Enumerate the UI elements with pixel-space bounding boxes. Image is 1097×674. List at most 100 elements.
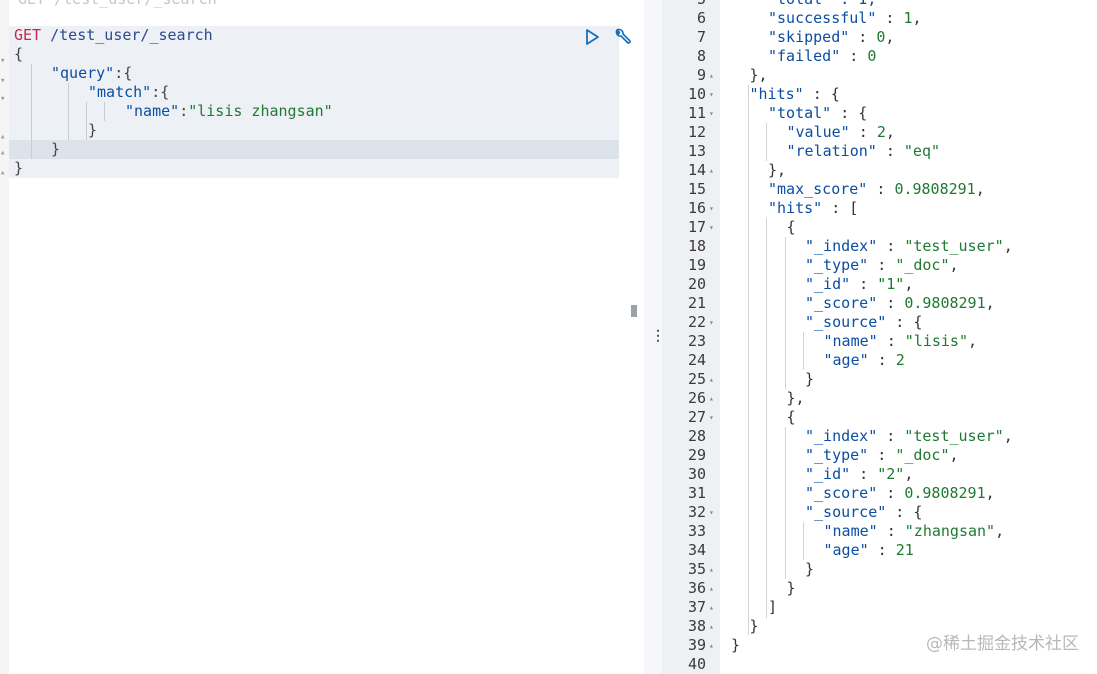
code-token: :	[876, 9, 904, 27]
code-token: "_type"	[805, 256, 869, 274]
code-token: "name"	[125, 102, 180, 120]
request-body-line[interactable]: }	[88, 121, 97, 140]
code-token: "_source"	[805, 503, 887, 521]
response-line: "age" : 2	[824, 351, 905, 370]
code-token: : {	[803, 85, 840, 103]
fold-toggle-icon[interactable]: ▾	[0, 56, 5, 66]
pane-resize-handle[interactable]	[631, 305, 637, 317]
request-settings-button[interactable]	[613, 27, 633, 47]
code-token: 0.9808291	[894, 180, 976, 198]
request-body-line[interactable]: "match":{	[88, 83, 169, 102]
code-token: :	[849, 28, 877, 46]
response-line: }	[805, 370, 814, 389]
fold-toggle-icon[interactable]: ▴	[0, 168, 5, 178]
response-line: "_type" : "_doc",	[805, 446, 959, 465]
response-line: "name" : "lisis",	[824, 332, 978, 351]
wrench-icon	[615, 28, 631, 44]
request-body-line[interactable]: }	[51, 140, 60, 159]
code-token: ,	[995, 522, 1005, 540]
indent-guide	[766, 218, 768, 618]
code-token: },	[749, 66, 768, 84]
fold-expand-icon[interactable]: ▴	[709, 66, 714, 85]
fold-toggle-icon[interactable]: ▾	[0, 94, 5, 104]
code-token: "_doc"	[895, 256, 950, 274]
fold-expand-icon[interactable]: ▴	[709, 579, 714, 598]
code-token: :	[867, 180, 895, 198]
line-number: 29	[687, 446, 706, 464]
request-body-line[interactable]: {	[14, 45, 23, 64]
fold-collapse-icon[interactable]: ▾	[709, 85, 714, 104]
line-number: 27	[687, 408, 706, 426]
indent-guide	[784, 237, 786, 389]
fold-expand-icon[interactable]: ▴	[709, 370, 714, 389]
code-token: }	[749, 617, 759, 635]
indent-guide	[803, 522, 805, 560]
line-number: 19	[687, 256, 706, 274]
request-gutter: ▾ ▾ ▾ ▴ ▴ ▴	[0, 0, 9, 674]
request-editor-pane[interactable]: ▾ ▾ ▾ ▴ ▴ ▴ GET /test_user/_search GET /…	[0, 0, 644, 674]
fold-collapse-icon[interactable]: ▾	[709, 503, 714, 522]
code-token: : {	[886, 313, 923, 331]
code-token: "eq"	[903, 142, 941, 160]
code-token: ]	[768, 598, 778, 616]
code-token: "test_user"	[904, 427, 1004, 445]
line-number: 36	[687, 579, 706, 597]
request-line[interactable]: GET /test_user/_search	[14, 26, 213, 45]
code-token: "_id"	[805, 275, 851, 293]
line-number: 23	[687, 332, 706, 350]
response-line: "_id" : "1",	[805, 275, 913, 294]
code-token: :	[877, 427, 905, 445]
code-token: : {	[886, 503, 923, 521]
request-actions	[582, 27, 635, 47]
code-token: "_id"	[805, 465, 851, 483]
code-token: "name"	[823, 332, 878, 350]
fold-toggle-icon[interactable]: ▴	[0, 132, 5, 142]
code-token: {	[786, 218, 796, 236]
code-token: "_score"	[805, 294, 878, 312]
response-line: "_index" : "test_user",	[805, 427, 1013, 446]
response-viewer-pane[interactable]: 56789▴10▾11▾121314▴1516▾17▾1819202122▾23…	[662, 0, 1097, 674]
code-token: :	[877, 294, 905, 312]
code-token: ,	[968, 332, 978, 350]
request-url: /test_user/_search	[50, 26, 213, 44]
response-gutter: 56789▴10▾11▾121314▴1516▾17▾1819202122▾23…	[662, 0, 720, 674]
fold-toggle-icon[interactable]: ▾	[0, 76, 5, 86]
code-token: "_type"	[805, 446, 869, 464]
fold-expand-icon[interactable]: ▴	[709, 598, 714, 617]
fold-expand-icon[interactable]: ▴	[709, 560, 714, 579]
fold-collapse-icon[interactable]: ▾	[709, 199, 714, 218]
fold-expand-icon[interactable]: ▴	[709, 617, 714, 636]
fold-collapse-icon[interactable]: ▾	[709, 408, 714, 427]
code-token: }	[731, 636, 741, 654]
request-body-line[interactable]: }	[14, 159, 23, 178]
code-token: ,	[975, 180, 985, 198]
code-token: }	[786, 579, 796, 597]
response-line: {	[787, 218, 796, 237]
previous-request-line: GET /test_user/_search	[18, 0, 217, 9]
code-token: "_index"	[805, 427, 878, 445]
code-token: }	[51, 140, 61, 158]
watermark: @稀土掘金技术社区	[926, 634, 1079, 654]
fold-collapse-icon[interactable]: ▾	[709, 313, 714, 332]
indent-guide	[68, 83, 69, 140]
fold-toggle-icon[interactable]: ▴	[0, 148, 5, 158]
code-token: {	[14, 45, 24, 63]
fold-expand-icon[interactable]: ▴	[709, 161, 714, 180]
code-token: ,	[949, 446, 959, 464]
fold-expand-icon[interactable]: ▴	[709, 636, 714, 655]
code-token: 0	[867, 47, 877, 65]
code-token: "relation"	[786, 142, 877, 160]
code-token: "hits"	[768, 199, 823, 217]
fold-expand-icon[interactable]: ▴	[709, 389, 714, 408]
fold-collapse-icon[interactable]: ▾	[709, 104, 714, 123]
code-token: 0.9808291	[904, 294, 986, 312]
code-token: "successful"	[768, 9, 877, 27]
indent-guide	[803, 332, 805, 370]
code-token: {	[786, 408, 796, 426]
code-token: ,	[985, 294, 995, 312]
run-request-button[interactable]	[582, 27, 602, 47]
fold-collapse-icon[interactable]: ▾	[709, 218, 714, 237]
request-body-line[interactable]: "name":"lisis zhangsan"	[125, 102, 333, 121]
code-token: 0.9808291	[904, 484, 986, 502]
request-body-line[interactable]: "query":{	[51, 64, 132, 83]
